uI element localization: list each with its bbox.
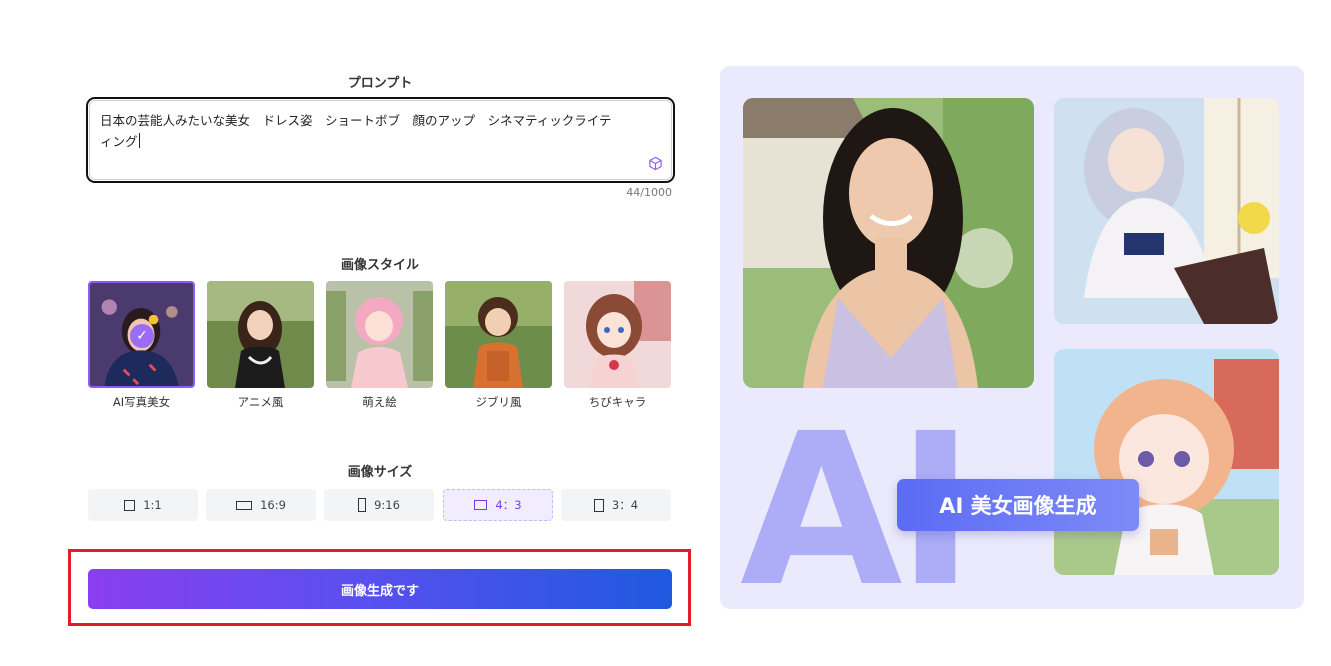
landscape-icon <box>236 500 253 510</box>
ghibli-thumbnail <box>445 281 552 388</box>
size-label: 1:1 <box>143 498 162 512</box>
square-icon <box>124 499 136 511</box>
portrait-icon <box>593 498 604 512</box>
style-label-ai-photo: AI写真美女 <box>112 395 171 409</box>
cube-icon[interactable] <box>648 156 663 171</box>
style-label-ghibli: ジブリ風 <box>475 395 522 409</box>
check-icon: ✓ <box>130 324 154 348</box>
landscape-icon <box>474 500 488 510</box>
size-label: 16:9 <box>260 498 286 512</box>
anime-thumbnail <box>207 281 314 388</box>
showcase-photo-realistic <box>743 98 1034 388</box>
size-label: 3：4 <box>611 498 639 512</box>
chibi-thumbnail <box>564 281 671 388</box>
style-card-moe[interactable] <box>326 281 433 388</box>
style-label-chibi: ちびキャラ <box>588 395 647 409</box>
size-option-4-3[interactable]: 4：3 <box>443 489 553 521</box>
style-card-chibi[interactable] <box>564 281 671 388</box>
size-option-16-9[interactable]: 16:9 <box>206 489 316 521</box>
showcase-photo-anime <box>1054 98 1279 324</box>
size-label: 9:16 <box>374 498 400 512</box>
prompt-text[interactable]: 日本の芸能人みたいな美女 ドレス姿 ショートボブ 顔のアップ シネマティックライ… <box>100 110 620 152</box>
char-counter: 44/1000 <box>626 186 672 199</box>
style-card-ai-photo[interactable]: ✓ <box>88 281 195 388</box>
size-option-3-4[interactable]: 3：4 <box>561 489 671 521</box>
style-card-ghibli[interactable] <box>445 281 552 388</box>
portrait-icon <box>358 498 367 512</box>
prompt-title: プロンプト <box>347 76 413 91</box>
style-label-moe: 萌え絵 <box>362 395 397 409</box>
showcase-photo-chibi <box>1054 349 1279 575</box>
text-caret <box>138 133 140 148</box>
moe-thumbnail <box>326 281 433 388</box>
generate-button[interactable]: 画像生成です <box>88 569 672 609</box>
style-card-anime[interactable] <box>207 281 314 388</box>
prompt-input[interactable]: 日本の芸能人みたいな美女 ドレス姿 ショートボブ 顔のアップ シネマティックライ… <box>86 97 675 183</box>
size-option-1-1[interactable]: 1:1 <box>88 489 198 521</box>
style-label-anime: アニメ風 <box>237 395 284 409</box>
showcase-badge: AI 美女画像生成 <box>897 479 1139 531</box>
size-option-9-16[interactable]: 9:16 <box>324 489 434 521</box>
style-title: 画像スタイル <box>340 258 419 273</box>
size-title: 画像サイズ <box>347 465 413 480</box>
size-label: 4：3 <box>495 498 522 512</box>
showcase-panel: AI AI 美女画像生成 <box>720 66 1304 609</box>
